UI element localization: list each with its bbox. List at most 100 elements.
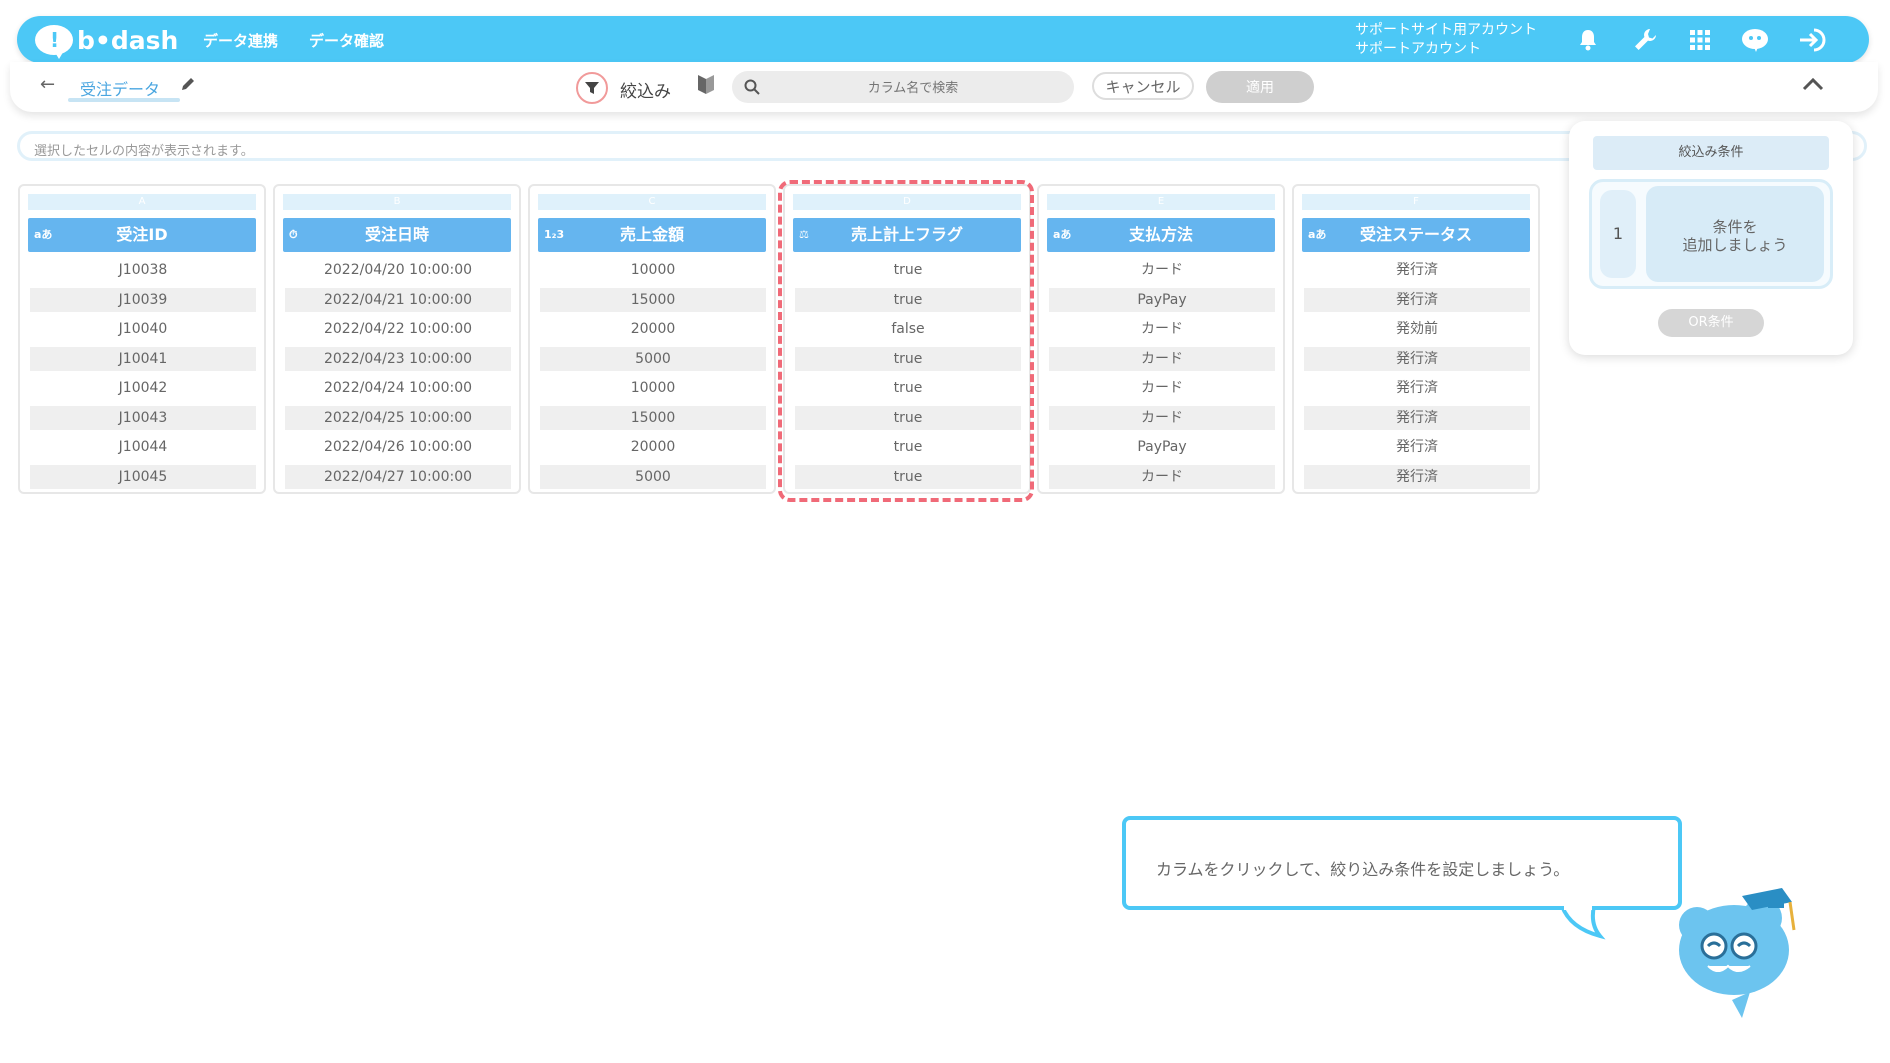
table-cell[interactable]: true (795, 464, 1021, 489)
logout-icon[interactable] (1797, 24, 1829, 56)
guide-tooltip: カラムをクリックして、絞り込み条件を設定しましょう。 (1122, 816, 1682, 910)
table-cell[interactable]: J10041 (30, 346, 256, 371)
table-cell[interactable]: 2022/04/26 10:00:00 (285, 435, 511, 459)
account-name: サポートサイト用アカウント (1355, 22, 1537, 38)
table-cell[interactable]: J10038 (30, 258, 256, 282)
table-cell[interactable]: カード (1049, 376, 1275, 400)
cell-content-text: 選択したセルの内容が表示されます。 (34, 144, 254, 159)
table-cell[interactable]: J10040 (30, 317, 256, 341)
data-type-icon: aあ (1053, 228, 1072, 241)
grid-menu-icon[interactable] (1684, 24, 1716, 56)
table-cell[interactable]: PayPay (1049, 287, 1275, 312)
help-mascot-icon[interactable] (1739, 24, 1771, 56)
wrench-icon[interactable] (1629, 24, 1661, 56)
back-arrow-icon[interactable]: ← (40, 74, 55, 95)
table-cell[interactable]: 5000 (540, 464, 766, 489)
table-cell[interactable]: カード (1049, 258, 1275, 282)
or-condition-button[interactable]: OR条件 (1658, 309, 1764, 337)
table-cell[interactable]: 20000 (540, 435, 766, 459)
table-cell[interactable]: 2022/04/23 10:00:00 (285, 346, 511, 371)
column-header[interactable]: 1₂3 売上金額 (538, 218, 766, 252)
column-header[interactable]: ⏱ 受注日時 (283, 218, 511, 252)
table-cell[interactable]: J10039 (30, 287, 256, 312)
account-subname: サポートアカウント (1355, 41, 1481, 57)
table-cell[interactable]: true (795, 258, 1021, 282)
apply-button[interactable]: 適用 (1206, 71, 1314, 103)
account-info[interactable]: サポートサイト用アカウント サポートアカウント (1355, 21, 1537, 59)
table-cell[interactable]: true (795, 287, 1021, 312)
page-toolbar: ← 受注データ 絞込み キャンセル 適用 (10, 62, 1878, 112)
column-letter: A (28, 194, 256, 210)
table-cell[interactable]: 15000 (540, 287, 766, 312)
table-cell[interactable]: 2022/04/21 10:00:00 (285, 287, 511, 312)
column-header[interactable]: ⚖ 売上計上フラグ (793, 218, 1021, 252)
tooltip-tail (1560, 906, 1606, 940)
table-cell[interactable]: 発行済 (1304, 346, 1530, 371)
column-letter: D (793, 194, 1021, 210)
condition-group-number: 1 (1600, 190, 1636, 278)
table-cell[interactable]: 発行済 (1304, 405, 1530, 430)
beginner-mark-icon[interactable] (696, 73, 716, 99)
condition-group: 1 条件を 追加しましょう (1589, 179, 1833, 289)
column-b: B ⏱ 受注日時 2022/04/20 10:00:00 2022/04/21 10:0… (273, 184, 521, 494)
column-search-box[interactable] (732, 71, 1074, 105)
table-cell[interactable]: 5000 (540, 346, 766, 371)
nav-data-integration[interactable]: データ連携 (203, 30, 278, 51)
data-type-icon: aあ (34, 228, 53, 241)
column-letter: B (283, 194, 511, 210)
table-cell[interactable]: J10045 (30, 464, 256, 489)
pencil-edit-icon[interactable] (180, 76, 196, 96)
column-header[interactable]: aあ 受注ステータス (1302, 218, 1530, 252)
table-cell[interactable]: true (795, 376, 1021, 400)
column-f: Faあ 受注ステータス 発行済 発行済 発効前 発行済 発行済 発行済 発行済 発行済 (1292, 184, 1540, 494)
table-cell[interactable]: J10044 (30, 435, 256, 459)
table-cell[interactable]: true (795, 346, 1021, 371)
table-cell[interactable]: カード (1049, 346, 1275, 371)
data-type-icon: 1₂3 (544, 228, 565, 241)
table-cell[interactable]: 発行済 (1304, 258, 1530, 282)
page-title[interactable]: 受注データ (80, 76, 160, 100)
table-cell[interactable]: 発効前 (1304, 317, 1530, 341)
chevron-up-icon[interactable] (1802, 76, 1824, 95)
table-cell[interactable]: 10000 (540, 376, 766, 400)
table-cell[interactable]: 2022/04/24 10:00:00 (285, 376, 511, 400)
column-header-label: 受注ステータス (1359, 225, 1472, 244)
logo-bubble-icon: ! (35, 25, 73, 59)
table-cell[interactable]: 10000 (540, 258, 766, 282)
table-cell[interactable]: true (795, 435, 1021, 459)
table-cell[interactable]: 15000 (540, 405, 766, 430)
cancel-button[interactable]: キャンセル (1092, 72, 1194, 100)
bdash-logo[interactable]: ! b•dash (35, 22, 178, 59)
search-icon (744, 79, 760, 99)
column-header[interactable]: aあ 受注ID (28, 218, 256, 252)
filter-toggle-button[interactable] (576, 72, 608, 104)
table-cell[interactable]: 2022/04/20 10:00:00 (285, 258, 511, 282)
table-cell[interactable]: カード (1049, 405, 1275, 430)
table-cell[interactable]: 20000 (540, 317, 766, 341)
table-cell[interactable]: カード (1049, 464, 1275, 489)
column-letter: F (1302, 194, 1530, 210)
bell-icon[interactable] (1572, 24, 1604, 56)
table-cell[interactable]: カード (1049, 317, 1275, 341)
table-cell[interactable]: true (795, 405, 1021, 430)
column-letter: C (538, 194, 766, 210)
table-cell[interactable]: 2022/04/27 10:00:00 (285, 464, 511, 489)
column-search-input[interactable] (766, 71, 1060, 105)
table-cell[interactable]: 2022/04/22 10:00:00 (285, 317, 511, 341)
add-condition-button[interactable]: 条件を 追加しましょう (1646, 186, 1824, 282)
table-cell[interactable]: 発行済 (1304, 464, 1530, 489)
top-navigation-bar: ! b•dash データ連携 データ確認 サポートサイト用アカウント サポートア… (17, 16, 1869, 63)
table-cell[interactable]: J10042 (30, 376, 256, 400)
table-cell[interactable]: 発行済 (1304, 376, 1530, 400)
table-cell[interactable]: 発行済 (1304, 435, 1530, 459)
table-cell[interactable]: false (795, 317, 1021, 341)
table-cell[interactable]: PayPay (1049, 435, 1275, 459)
table-cell[interactable]: 2022/04/25 10:00:00 (285, 405, 511, 430)
table-cell[interactable]: J10043 (30, 405, 256, 430)
tooltip-text: カラムをクリックして、絞り込み条件を設定しましょう。 (1156, 860, 1570, 879)
nav-data-check[interactable]: データ確認 (309, 30, 384, 51)
column-header-label: 受注日時 (364, 225, 429, 244)
table-cell[interactable]: 発行済 (1304, 287, 1530, 312)
column-header-label: 売上金額 (619, 225, 684, 244)
column-header[interactable]: aあ 支払方法 (1047, 218, 1275, 252)
